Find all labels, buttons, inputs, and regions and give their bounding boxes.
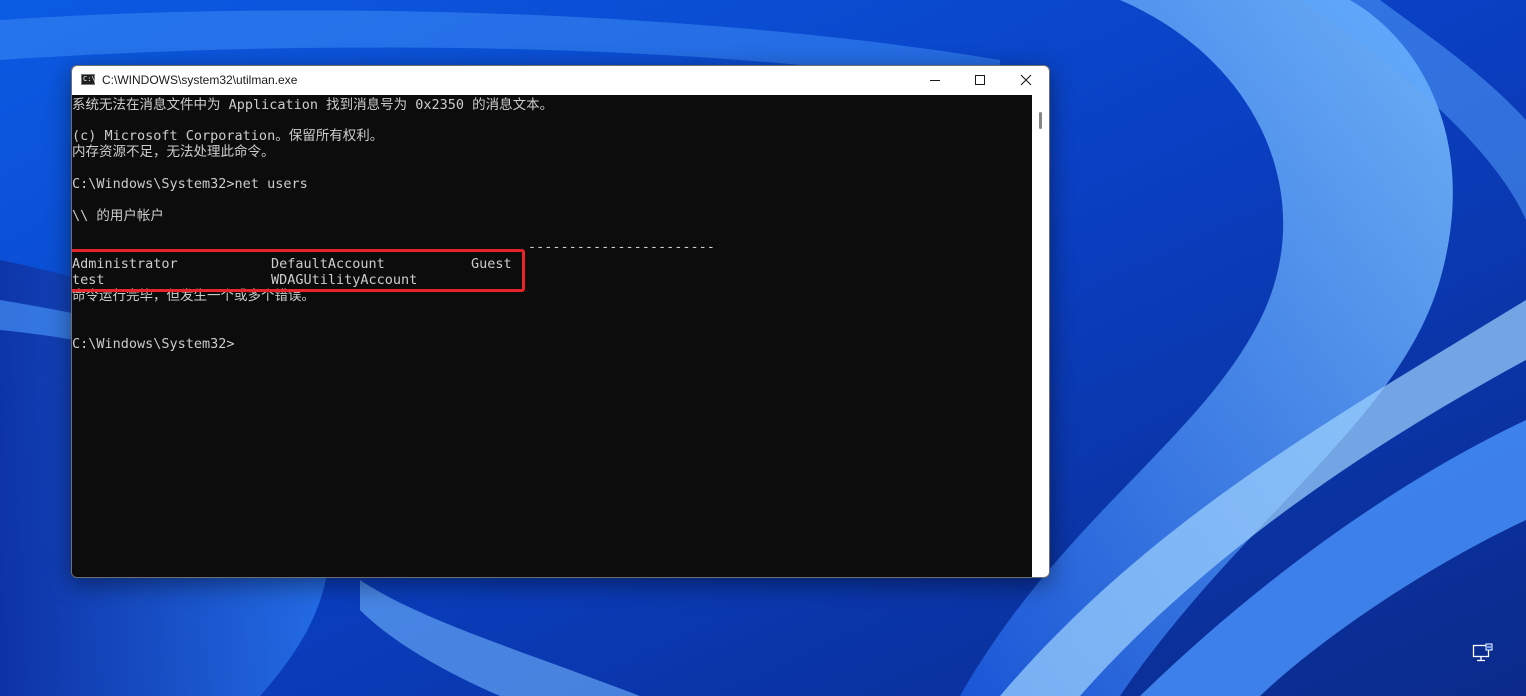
maximize-button[interactable] [957, 66, 1003, 95]
console-window[interactable]: C:\ C:\WINDOWS\system32\utilman.exe 系统无法… [71, 65, 1050, 578]
console-line-memory-error: 内存资源不足，无法处理此命令。 [72, 144, 275, 160]
network-monitor-icon[interactable] [1472, 643, 1494, 665]
close-icon [1020, 74, 1032, 86]
cmd-icon: C:\ [81, 74, 96, 85]
console-line-copyright: (c) Microsoft Corporation。保留所有权利。 [72, 128, 384, 144]
highlight-annotation [72, 249, 525, 292]
close-button[interactable] [1003, 66, 1049, 95]
vertical-scrollbar[interactable] [1032, 95, 1049, 577]
minimize-button[interactable] [912, 66, 958, 95]
window-title: C:\WINDOWS\system32\utilman.exe [102, 73, 298, 87]
minimize-icon [930, 80, 940, 81]
console-output[interactable]: 系统无法在消息文件中为 Application 找到消息号为 0x2350 的消… [72, 95, 1032, 577]
console-line-command: C:\Windows\System32>net users [72, 176, 308, 192]
console-line-separator: ----------------------- [528, 239, 715, 255]
desktop: C:\ C:\WINDOWS\system32\utilman.exe 系统无法… [0, 0, 1526, 696]
console-line-error: 系统无法在消息文件中为 Application 找到消息号为 0x2350 的消… [72, 97, 554, 113]
console-line-user-accounts: \\ 的用户帐户 [72, 208, 164, 224]
maximize-icon [975, 75, 985, 85]
console-line-prompt: C:\Windows\System32> [72, 336, 235, 352]
title-bar[interactable]: C:\ C:\WINDOWS\system32\utilman.exe [72, 66, 1049, 95]
scroll-thumb[interactable] [1039, 112, 1042, 129]
